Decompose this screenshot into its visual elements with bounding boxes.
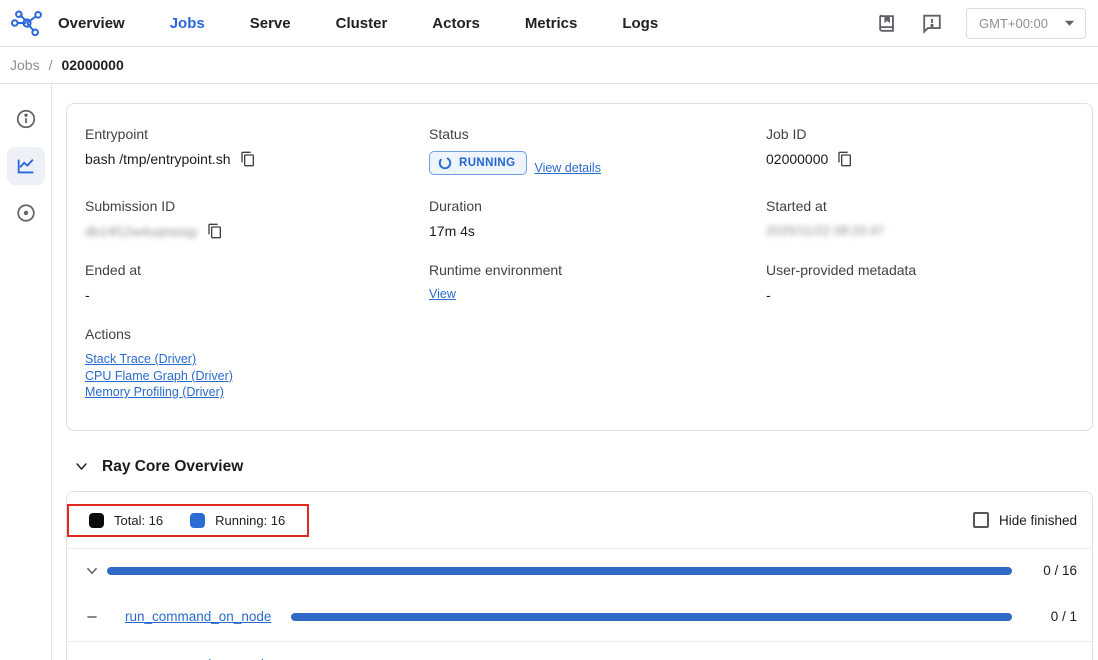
legend-running: Running: 16 [190,513,285,528]
metadata-label: User-provided metadata [766,262,1074,278]
started-at-label: Started at [766,198,1074,214]
running-spinner-icon [438,156,452,170]
copy-icon[interactable] [837,151,853,167]
ray-core-overview-header: Ray Core Overview [66,458,1093,476]
view-details-link[interactable]: View details [534,161,600,175]
nav-tab-serve[interactable]: Serve [250,15,291,32]
task-name-link[interactable]: run_command_on_node [125,609,271,624]
status-badge: RUNNING [429,151,527,175]
section-title: Ray Core Overview [102,458,243,476]
copy-icon[interactable] [207,223,223,239]
legend-row: Total: 16 Running: 16 Hide finished [67,492,1092,549]
nav-tab-overview[interactable]: Overview [58,15,125,32]
hide-finished-checkbox[interactable] [973,512,989,528]
duration-label: Duration [429,198,766,214]
top-navigation: Overview Jobs Serve Cluster Actors Metri… [0,0,1098,47]
ended-at-field: Ended at - [85,262,429,303]
timezone-value: GMT+00:00 [979,16,1048,31]
progress-row: run_command_on_node 0 / 1 [67,593,1092,641]
nav-tab-jobs[interactable]: Jobs [170,15,205,32]
nav-tab-metrics[interactable]: Metrics [525,15,578,32]
breadcrumb-current-job-id: 02000000 [61,57,123,73]
ray-core-card: Total: 16 Running: 16 Hide finished [66,491,1093,660]
sidebar-charts-icon[interactable] [7,147,45,185]
cpu-flame-graph-link[interactable]: CPU Flame Graph (Driver) [85,368,233,385]
nav-tab-actors[interactable]: Actors [432,15,480,32]
actions-label: Actions [85,326,1074,342]
job-id-field: Job ID 02000000 [766,126,1074,175]
status-text: RUNNING [459,157,515,169]
timezone-select[interactable]: GMT+00:00 [966,8,1086,39]
metadata-field: User-provided metadata - [766,262,1074,303]
nav-tab-cluster[interactable]: Cluster [336,15,388,32]
job-id-value: 02000000 [766,151,828,167]
legend-running-chip [190,513,205,528]
annotation-highlight-box: Total: 16 Running: 16 [67,504,309,537]
legend-total-label: Total: 16 [114,513,163,528]
chevron-down-icon [1064,20,1075,27]
submission-id-value-redacted: db14f12w4uqnasqy [85,224,198,239]
progress-count: 0 / 16 [1027,563,1077,578]
ended-at-label: Ended at [85,262,429,278]
progress-row-total: 0 / 16 [67,549,1092,593]
hide-finished-toggle[interactable]: Hide finished [973,512,1077,528]
entrypoint-label: Entrypoint [85,126,429,142]
runtime-env-view-link[interactable]: View [429,287,456,301]
submission-id-field: Submission ID db14f12w4uqnasqy [85,198,429,239]
docs-book-icon[interactable] [876,12,898,34]
entrypoint-value: bash /tmp/entrypoint.sh [85,151,231,167]
nav-tab-logs[interactable]: Logs [622,15,658,32]
stack-trace-link[interactable]: Stack Trace (Driver) [85,351,196,368]
legend-running-label: Running: 16 [215,513,285,528]
memory-profiling-link[interactable]: Memory Profiling (Driver) [85,384,224,401]
copy-icon[interactable] [240,151,256,167]
progress-bar [107,567,1012,575]
section-collapse-chevron-icon[interactable] [74,459,89,474]
progress-row: run_command_on_node 0 / 1 [67,641,1092,660]
hide-finished-label: Hide finished [999,513,1077,528]
sidebar-events-icon[interactable] [7,194,45,232]
sidebar-info-icon[interactable] [7,100,45,138]
status-label: Status [429,126,766,142]
started-at-value-redacted: 2025/11/22 08:20:47 [766,223,884,238]
progress-count: 0 / 1 [1027,609,1077,624]
progress-bar [291,613,1012,621]
job-id-label: Job ID [766,126,1074,142]
runtime-env-field: Runtime environment View [429,262,766,303]
main-nav: Overview Jobs Serve Cluster Actors Metri… [58,15,658,32]
breadcrumb: Jobs / 02000000 [0,47,1098,84]
status-field: Status RUNNING View details [429,126,766,175]
nav-right-tools: GMT+00:00 [876,8,1086,39]
main-content: Entrypoint bash /tmp/entrypoint.sh Statu… [52,84,1098,660]
started-at-field: Started at 2025/11/22 08:20:47 [766,198,1074,239]
duration-value: 17m 4s [429,223,475,239]
ray-logo-icon [10,9,44,37]
metadata-value: - [766,287,771,303]
actions-field: Actions Stack Trace (Driver) CPU Flame G… [85,326,1074,401]
left-sidebar [0,84,52,660]
entrypoint-field: Entrypoint bash /tmp/entrypoint.sh [85,126,429,175]
row-collapse-minus-icon[interactable] [85,610,107,624]
runtime-env-label: Runtime environment [429,262,766,278]
legend-total-chip [89,513,104,528]
breadcrumb-separator: / [49,57,53,73]
duration-field: Duration 17m 4s [429,198,766,239]
ended-at-value: - [85,287,90,303]
row-expand-chevron-icon[interactable] [85,564,107,578]
feedback-icon[interactable] [921,12,943,34]
submission-id-label: Submission ID [85,198,429,214]
job-overview-card: Entrypoint bash /tmp/entrypoint.sh Statu… [66,103,1093,431]
breadcrumb-jobs-link[interactable]: Jobs [10,57,40,73]
legend-total: Total: 16 [89,513,163,528]
